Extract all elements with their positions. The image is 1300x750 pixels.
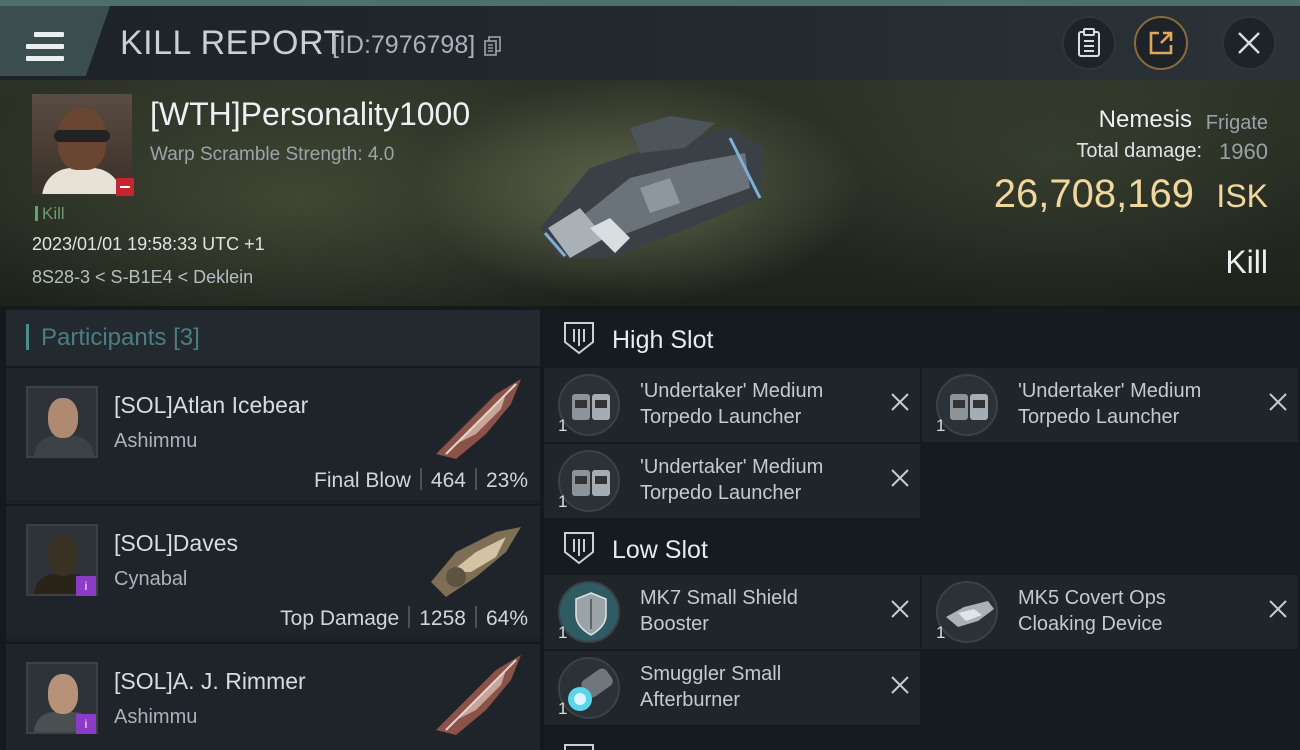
- total-damage-label: Total damage:: [1076, 140, 1202, 162]
- module-item[interactable]: 1 'Undertaker' Medium Torpedo Launcher: [544, 444, 920, 518]
- header-bar: KILL REPORT [ID:7976798]: [0, 0, 1300, 80]
- module-name: MK5 Covert Ops Cloaking Device: [1018, 587, 1166, 635]
- participant-row[interactable]: [SOL]Atlan Icebear Ashimmu Final Blow 464…: [6, 366, 540, 500]
- participant-name: [SOL]Atlan Icebear: [114, 392, 309, 418]
- stat-separator: [474, 468, 477, 490]
- kill-location: 8S28-3 < S-B1E4 < Deklein: [32, 267, 254, 287]
- participant-ship: Ashimmu: [114, 706, 198, 728]
- module-quantity: 1: [558, 492, 568, 511]
- module-quantity: 1: [558, 416, 568, 435]
- role-badge-icon: i: [76, 576, 96, 596]
- module-name: MK7 Small Shield Booster: [640, 587, 798, 635]
- close-icon: [1238, 32, 1260, 54]
- hostile-badge-icon: [116, 178, 134, 196]
- participant-damage: 1258: [419, 607, 466, 630]
- kill-timestamp: 2023/01/01 19:58:33 UTC +1: [32, 234, 265, 254]
- isk-value: 26,708,169: [993, 172, 1194, 216]
- participant-avatar[interactable]: [26, 386, 98, 458]
- destroyed-x-icon: [1269, 393, 1287, 411]
- destroyed-x-icon: [1269, 600, 1287, 618]
- module-item[interactable]: 1 MK5 Covert Ops Cloaking Device: [922, 575, 1298, 649]
- victim-banner: [WTH]Personality1000 Warp Scramble Stren…: [0, 80, 1300, 306]
- high-slot-header: High Slot: [544, 310, 1300, 366]
- share-icon: [1149, 31, 1173, 55]
- participant-ship: Cynabal: [114, 568, 188, 590]
- destroyed-x-icon: [891, 469, 909, 487]
- module-item[interactable]: 1 MK7 Small Shield Booster: [544, 575, 920, 649]
- module-quantity: 1: [936, 623, 946, 642]
- participants-header: Participants [3]: [6, 310, 540, 366]
- module-name: Smuggler Small Afterburner: [640, 663, 782, 711]
- stat-separator: [419, 468, 422, 490]
- victim-ship-image[interactable]: [520, 108, 780, 268]
- menu-icon: [26, 32, 64, 62]
- stat-separator: [474, 606, 477, 628]
- page-title: KILL REPORT: [120, 24, 345, 62]
- header-accent-line: [0, 0, 1300, 6]
- participant-ship-image[interactable]: [426, 650, 526, 740]
- close-button[interactable]: [1222, 16, 1276, 70]
- total-damage-value: 1960: [1219, 139, 1268, 164]
- participants-title-label: Participants: [41, 324, 167, 351]
- destroyed-x-icon: [891, 676, 909, 694]
- isk-unit: ISK: [1216, 178, 1268, 214]
- clipboard-button[interactable]: [1062, 16, 1116, 70]
- module-name: 'Undertaker' Medium Torpedo Launcher: [1018, 380, 1202, 428]
- participant-role: Final Blow: [314, 469, 411, 492]
- victim-ship-name[interactable]: Nemesis: [1099, 106, 1192, 134]
- victim-attribute: Warp Scramble Strength: 4.0: [150, 144, 395, 165]
- mid-slot-icon: [564, 744, 594, 750]
- module-quantity: 1: [558, 699, 568, 718]
- share-button[interactable]: [1134, 16, 1188, 70]
- module-item[interactable]: 1 Smuggler Small Afterburner: [544, 651, 920, 725]
- low-slot-icon: [564, 532, 594, 565]
- destroyed-x-icon: [891, 393, 909, 411]
- stat-separator: [408, 606, 411, 628]
- victim-name[interactable]: [WTH]Personality1000: [150, 96, 470, 133]
- participants-panel: Participants [3] [SOL]Atlan Icebear Ashi…: [6, 310, 540, 750]
- victim-ship-class: Frigate: [1205, 112, 1268, 134]
- module-name: 'Undertaker' Medium Torpedo Launcher: [640, 380, 824, 428]
- participants-accent: [26, 324, 29, 350]
- participant-ship-image[interactable]: [426, 374, 526, 464]
- high-slot-icon: [564, 322, 594, 355]
- participant-ship-image[interactable]: [426, 512, 526, 602]
- participant-row[interactable]: i [SOL]A. J. Rimmer Ashimmu: [6, 642, 540, 750]
- participant-percent: 64%: [485, 607, 528, 630]
- fitting-panel: High Slot 1 'Undertaker' Medium Torpedo …: [544, 310, 1300, 750]
- participant-damage: 464: [430, 469, 466, 492]
- mid-slot-header: [544, 732, 1300, 750]
- module-quantity: 1: [558, 623, 568, 642]
- clipboard-icon: [1078, 28, 1100, 57]
- participant-stats: Top Damage 1258 64%: [280, 606, 528, 631]
- participant-percent: 23%: [485, 469, 528, 492]
- module-item[interactable]: 1 'Undertaker' Medium Torpedo Launcher: [544, 368, 920, 442]
- copy-icon[interactable]: [484, 36, 502, 56]
- participants-count: [3]: [173, 324, 200, 351]
- menu-button[interactable]: [0, 6, 110, 76]
- module-name: 'Undertaker' Medium Torpedo Launcher: [640, 456, 824, 504]
- destroyed-x-icon: [891, 600, 909, 618]
- participant-stats: Final Blow 464 23%: [314, 468, 528, 493]
- kill-tag: Kill: [35, 204, 65, 224]
- low-slot-title: Low Slot: [612, 536, 708, 564]
- participant-row[interactable]: i [SOL]Daves Cynabal Top Damage 1258 64%: [6, 504, 540, 638]
- participant-ship: Ashimmu: [114, 430, 198, 452]
- participant-name: [SOL]Daves: [114, 530, 238, 556]
- role-badge-icon: i: [76, 714, 96, 734]
- module-quantity: 1: [936, 416, 946, 435]
- report-id: [ID:7976798]: [332, 31, 476, 59]
- low-slot-header: Low Slot: [544, 520, 1300, 576]
- high-slot-title: High Slot: [612, 326, 714, 354]
- participant-name: [SOL]A. J. Rimmer: [114, 668, 306, 694]
- participants-title: Participants [3]: [41, 324, 200, 352]
- module-item[interactable]: 1 'Undertaker' Medium Torpedo Launcher: [922, 368, 1298, 442]
- kill-result: Kill: [1225, 244, 1268, 280]
- participant-role: Top Damage: [280, 607, 400, 630]
